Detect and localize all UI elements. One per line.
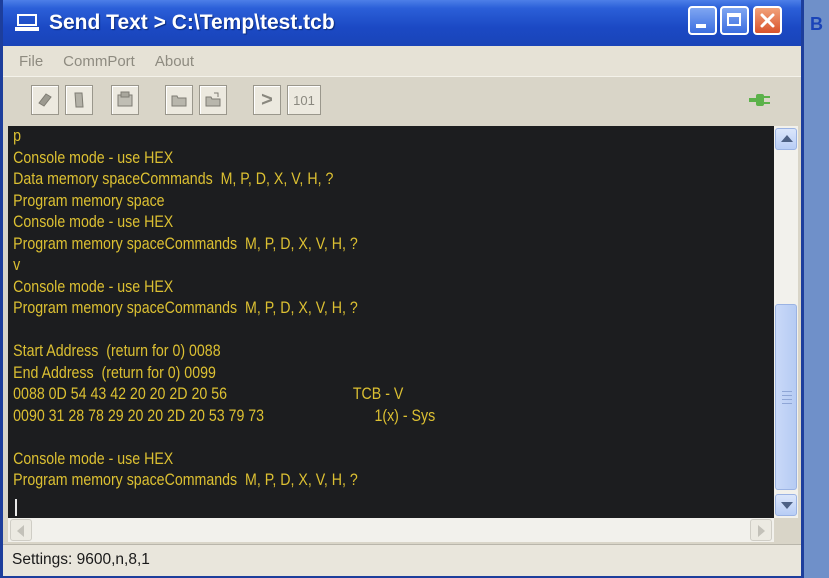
binary-button[interactable]: 101 [287,85,321,115]
send-file-icon [38,93,52,107]
main-window: Send Text > C:\Temp\test.tcb File CommPo… [0,0,804,578]
menu-commport[interactable]: CommPort [63,53,135,70]
maximize-icon [727,13,741,26]
toolbar: > 101 [3,76,801,127]
send-file-button[interactable] [31,85,59,115]
scroll-down-button[interactable] [775,494,797,516]
save-folder-button[interactable] [199,85,227,115]
maximize-button[interactable] [720,6,749,35]
grip-line [782,399,792,400]
chevron-right-icon [758,525,765,537]
properties-button[interactable] [111,85,139,115]
open-folder-icon [171,95,187,107]
plug-icon [749,94,770,106]
minimize-button[interactable] [688,6,717,35]
prompt-icon: > [261,88,273,111]
window-title: Send Text > C:\Temp\test.tcb [49,11,335,34]
menu-bar: File CommPort About [3,46,801,76]
console-line: 0088 0D 54 43 42 20 20 2D 20 56 TCB - V [13,385,404,403]
console-line: Program memory spaceCommands M, P, D, X,… [13,299,358,317]
menu-about[interactable]: About [155,53,194,70]
title-bar[interactable]: Send Text > C:\Temp\test.tcb [3,0,801,46]
properties-icon [117,91,133,107]
open-folder-button[interactable] [165,85,193,115]
chevron-left-icon [17,525,24,537]
grip-line [782,391,792,392]
grip-line [782,395,792,396]
console-line: Console mode - use HEX [13,213,174,231]
grip-line [782,403,792,404]
vertical-scroll-thumb[interactable] [775,304,797,490]
chevron-down-icon [781,502,793,509]
side-letter: B [810,14,823,34]
vertical-scrollbar[interactable] [774,126,798,518]
scroll-up-button[interactable] [775,128,797,150]
scroll-right-button[interactable] [750,519,772,541]
save-folder-icon [205,92,221,107]
console-line: 0090 31 28 78 29 20 20 2D 20 53 79 73 1(… [13,406,436,425]
console-line: p [13,127,22,145]
clear-icon [74,92,84,108]
console-line: Console mode - use HEX [13,148,174,167]
console-line: v [13,256,21,274]
console-line: Program memory spaceCommands M, P, D, X,… [13,471,358,489]
console-line: Console mode - use HEX [13,449,174,468]
status-bar: Settings: 9600,n,8,1 [3,544,801,576]
close-icon [760,13,775,28]
chevron-up-icon [781,135,793,142]
console-line: Program memory space [13,191,165,210]
binary-icon: 101 [293,92,315,108]
clear-button[interactable] [65,85,93,115]
prompt-button[interactable]: > [253,85,281,115]
console-line: End Address (return for 0) 0099 [13,363,216,382]
horizontal-scrollbar[interactable] [8,518,774,542]
minimize-icon [696,24,706,28]
close-button[interactable] [753,6,782,35]
console-line: Program memory spaceCommands M, P, D, X,… [13,234,358,253]
status-settings: Settings: 9600,n,8,1 [12,551,150,568]
console-line: Data memory spaceCommands M, P, D, X, V,… [13,170,334,188]
console-line: Start Address (return for 0) 0088 [13,342,221,360]
console-output[interactable]: p Console mode - use HEX Data memory spa… [8,126,774,518]
menu-file[interactable]: File [19,53,43,70]
scroll-left-button[interactable] [10,519,32,541]
console-line: Console mode - use HEX [13,277,174,296]
scrollbar-corner [774,518,798,542]
text-cursor [15,499,17,516]
terminal-icon[interactable] [15,14,39,32]
